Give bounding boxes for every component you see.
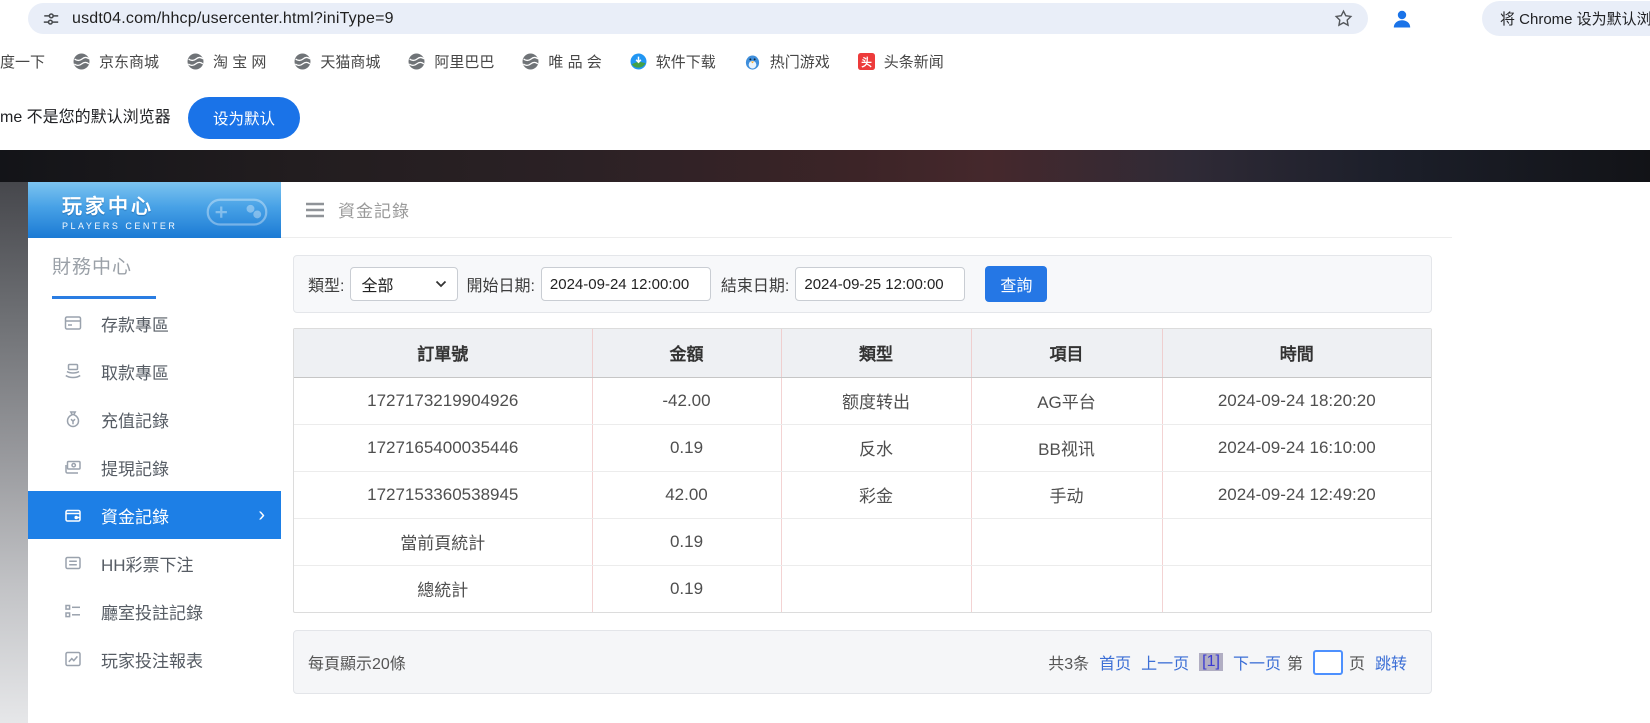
player-center-panel: 玩家中心 PLAYERS CENTER 財務中心 存款專區 取款專區 xyxy=(28,182,1452,723)
bookmark-item[interactable]: 度一下 xyxy=(0,51,45,72)
chevron-right-icon: › xyxy=(258,505,265,525)
jump-action-link[interactable]: 跳转 xyxy=(1375,650,1407,674)
content-body: 類型: 全部 開始日期: 結束日期: 查詢 xyxy=(281,255,1452,694)
set-default-button[interactable]: 设为默认 xyxy=(188,97,300,139)
globe-icon xyxy=(408,53,425,70)
type-select[interactable]: 全部 xyxy=(350,267,458,301)
pager-controls: 共3条 首页 上一页 [1] 下一页 第 页 跳转 xyxy=(1048,650,1407,675)
bookmark-item[interactable]: 京东商城 xyxy=(73,51,159,72)
cashout-icon xyxy=(63,457,83,477)
sidebar-item-hall-bet-records[interactable]: 廳室投註記錄 xyxy=(28,587,281,635)
deposit-icon xyxy=(63,313,83,333)
sidebar-item-deposit[interactable]: 存款專區 xyxy=(28,299,281,347)
svg-text:头: 头 xyxy=(861,55,872,68)
bookmark-item[interactable]: 热门游戏 xyxy=(744,51,830,72)
type-select-value: 全部 xyxy=(361,272,393,296)
recharge-icon xyxy=(63,409,83,429)
bookmark-item[interactable]: 软件下载 xyxy=(630,51,716,72)
address-bar[interactable]: usdt04.com/hhcp/usercenter.html?iniType=… xyxy=(28,3,1368,34)
background-image-strip xyxy=(0,150,1650,182)
jump-suffix-label: 页 xyxy=(1349,650,1365,674)
sidebar-section-title: 財務中心 xyxy=(42,252,281,279)
software-download-icon xyxy=(630,53,647,70)
sidebar-item-cashout[interactable]: 提現記錄 xyxy=(28,443,281,491)
filter-bar: 類型: 全部 開始日期: 結束日期: 查詢 xyxy=(293,255,1432,313)
current-page-indicator: [1] xyxy=(1199,653,1223,671)
profile-avatar-icon[interactable] xyxy=(1388,5,1416,33)
content-header: 資金記錄 xyxy=(281,182,1452,238)
globe-icon xyxy=(73,53,90,70)
browser-toolbar: usdt04.com/hhcp/usercenter.html?iniType=… xyxy=(0,0,1650,37)
table-row: 17271654000354460.19反水BB视讯2024-09-24 16:… xyxy=(294,424,1431,471)
page-title: 資金記錄 xyxy=(338,197,410,222)
default-browser-banner: me 不是您的默认浏览器 设为默认 xyxy=(0,85,1650,150)
end-date-input[interactable] xyxy=(795,267,965,301)
background-left-edge xyxy=(0,182,28,723)
globe-icon xyxy=(187,53,204,70)
bookmark-item[interactable]: 阿里巴巴 xyxy=(408,51,494,72)
page-jump-input[interactable] xyxy=(1313,650,1343,675)
sidebar-item-withdraw[interactable]: 取款專區 xyxy=(28,347,281,395)
col-time: 時間 xyxy=(1162,329,1431,377)
bookmark-star-icon[interactable] xyxy=(1333,8,1354,29)
col-order-no: 訂單號 xyxy=(294,329,592,377)
gamepad-graphic xyxy=(201,188,273,234)
withdraw-icon xyxy=(63,361,83,381)
funds-table: 訂單號 金額 類型 項目 時間 1727173219904926-42.00额度… xyxy=(294,329,1431,612)
end-date-label: 結束日期: xyxy=(721,272,789,296)
bookmark-item[interactable]: 天猫商城 xyxy=(294,51,380,72)
lottery-icon xyxy=(63,553,83,573)
globe-icon xyxy=(294,53,311,70)
sidebar-menu: 存款專區 取款專區 充值記錄 提現記錄 資金記錄 › xyxy=(28,299,281,683)
sidebar: 玩家中心 PLAYERS CENTER 財務中心 存款專區 取款專區 xyxy=(28,182,281,723)
table-header-row: 訂單號 金額 類型 項目 時間 xyxy=(294,329,1431,377)
chevron-down-icon xyxy=(435,280,447,288)
sidebar-item-recharge[interactable]: 充值記錄 xyxy=(28,395,281,443)
col-type: 類型 xyxy=(781,329,971,377)
site-settings-icon[interactable] xyxy=(42,10,60,28)
next-page-link[interactable]: 下一页 xyxy=(1233,650,1281,674)
start-date-label: 開始日期: xyxy=(466,272,534,296)
report-icon xyxy=(63,649,83,669)
menu-toggle-icon[interactable] xyxy=(305,202,325,218)
table-row: 1727173219904926-42.00额度转出AG平台2024-09-24… xyxy=(294,377,1431,424)
globe-icon xyxy=(522,53,539,70)
type-label: 類型: xyxy=(308,272,344,296)
page-size-text: 每頁顯示20條 xyxy=(308,650,406,674)
screen: usdt04.com/hhcp/usercenter.html?iniType=… xyxy=(0,0,1650,723)
pagination-bar: 每頁顯示20條 共3条 首页 上一页 [1] 下一页 第 页 跳转 xyxy=(293,630,1432,694)
col-item: 項目 xyxy=(971,329,1162,377)
funds-icon xyxy=(63,505,83,525)
first-page-link[interactable]: 首页 xyxy=(1099,650,1131,674)
table-row: 172715336053894542.00彩金手动2024-09-24 12:4… xyxy=(294,471,1431,518)
bookmark-item[interactable]: 淘 宝 网 xyxy=(187,51,266,72)
sidebar-item-lottery-bets[interactable]: HH彩票下注 xyxy=(28,539,281,587)
total-count-text: 共3条 xyxy=(1048,650,1089,674)
table-summary-row-page: 當前頁統計0.19 xyxy=(294,518,1431,565)
toutiao-news-icon: 头 xyxy=(858,53,875,70)
jump-prefix-label: 第 xyxy=(1287,650,1303,674)
sidebar-section: 財務中心 xyxy=(28,238,281,299)
chrome-set-default-label: 将 Chrome 设为默认浏览器 xyxy=(1500,8,1650,29)
sidebar-item-funds[interactable]: 資金記錄 › xyxy=(28,491,281,539)
start-date-input[interactable] xyxy=(541,267,711,301)
bookmark-item[interactable]: 头 头条新闻 xyxy=(858,51,944,72)
default-browser-text: me 不是您的默认浏览器 xyxy=(0,85,171,150)
main-content: 資金記錄 類型: 全部 開始日期: 結束日期: 查詢 xyxy=(281,182,1452,723)
chrome-set-default-button[interactable]: 将 Chrome 设为默认浏览器 xyxy=(1482,1,1650,36)
table-summary-row-total: 總統計0.19 xyxy=(294,565,1431,612)
search-button[interactable]: 查詢 xyxy=(985,266,1047,302)
hall-icon xyxy=(63,601,83,621)
sidebar-item-bet-report[interactable]: 玩家投注報表 xyxy=(28,635,281,683)
bookmarks-bar: 度一下 京东商城 淘 宝 网 天猫商城 阿里巴巴 唯 品 会 软件下载 热门游戏… xyxy=(0,37,1650,85)
funds-table-wrap: 訂單號 金額 類型 項目 時間 1727173219904926-42.00额度… xyxy=(293,328,1432,613)
col-amount: 金額 xyxy=(592,329,781,377)
bookmark-item[interactable]: 唯 品 会 xyxy=(522,51,601,72)
hot-games-icon xyxy=(744,53,761,70)
prev-page-link[interactable]: 上一页 xyxy=(1141,650,1189,674)
sidebar-header-banner: 玩家中心 PLAYERS CENTER xyxy=(28,182,281,238)
url-text[interactable]: usdt04.com/hhcp/usercenter.html?iniType=… xyxy=(72,10,394,28)
